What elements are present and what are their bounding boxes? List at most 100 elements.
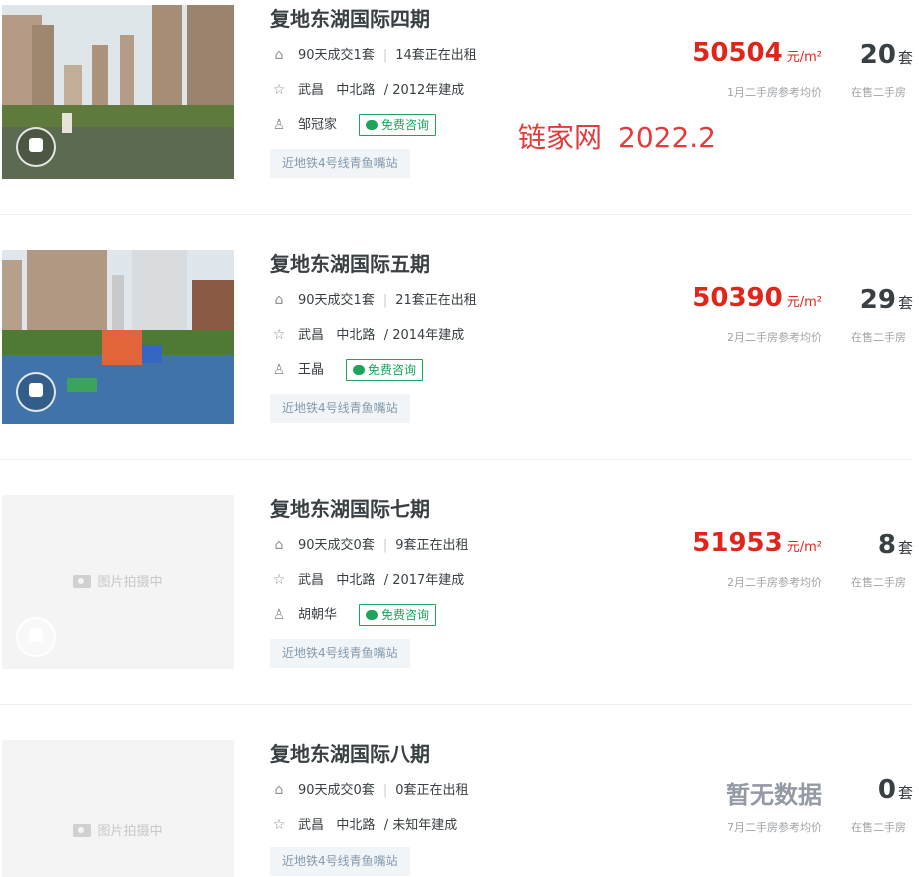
- location-row: ☆ 武昌 中北路 / 2012年建成: [270, 81, 465, 99]
- area-link[interactable]: 中北路: [336, 83, 375, 98]
- listing-title[interactable]: 复地东湖国际五期: [270, 248, 430, 277]
- on-sale-unit: 套: [897, 49, 913, 67]
- consult-label: 免费咨询: [381, 118, 430, 132]
- deal-row: ⌂ 90天成交0套 | 9套正在出租: [270, 536, 469, 554]
- person-icon: ♙: [272, 606, 286, 623]
- price-value: 50390: [692, 283, 783, 313]
- district-link[interactable]: 武昌: [298, 573, 324, 588]
- on-sale-unit: 套: [897, 539, 913, 557]
- on-sale-block[interactable]: 20 套: [860, 40, 913, 70]
- price-note: 7月二手房参考均价: [727, 821, 822, 834]
- chat-bubble-icon: [366, 610, 379, 620]
- listing-photo[interactable]: [2, 250, 234, 424]
- consult-label: 免费咨询: [381, 608, 430, 622]
- deal-row: ⌂ 90天成交0套 | 0套正在出租: [270, 781, 469, 799]
- deals-count: 90天成交1套: [298, 293, 375, 308]
- area-link[interactable]: 中北路: [336, 573, 375, 588]
- on-sale-count[interactable]: 20: [860, 40, 896, 70]
- on-sale-block[interactable]: 0套: [878, 775, 913, 805]
- on-sale-block[interactable]: 29 套: [860, 285, 913, 315]
- list-divider: [0, 459, 912, 460]
- star-icon: ☆: [272, 327, 286, 343]
- listing-photo[interactable]: [2, 5, 234, 179]
- price-unit: 元/m²: [786, 50, 822, 65]
- area-link[interactable]: 中北路: [336, 328, 375, 343]
- consult-button[interactable]: 免费咨询: [359, 114, 437, 136]
- person-icon: ♙: [272, 361, 286, 378]
- subway-tag: 近地铁4号线青鱼嘴站: [270, 149, 410, 178]
- price-no-data: 暂无数据: [726, 781, 822, 809]
- location-row: ☆ 武昌 中北路 / 2017年建成: [270, 571, 465, 589]
- listing-title[interactable]: 复地东湖国际八期: [270, 738, 430, 767]
- on-sale-count[interactable]: 0: [878, 775, 896, 805]
- built-year: / 2012年建成: [383, 83, 465, 98]
- district-link[interactable]: 武昌: [298, 83, 324, 98]
- price-block: 50390 元/m²: [692, 283, 822, 313]
- price-value: 50504: [692, 38, 783, 68]
- vr-icon[interactable]: [16, 372, 56, 412]
- watermark-site: 链家网: [518, 121, 603, 154]
- deals-count: 90天成交0套: [298, 783, 375, 798]
- district-link[interactable]: 武昌: [298, 328, 324, 343]
- on-sale-block[interactable]: 8套: [878, 530, 913, 560]
- area-link[interactable]: 中北路: [336, 818, 375, 833]
- listing-item[interactable]: 复地东湖国际五期 ⌂ 90天成交1套 | 21套正在出租 ☆ 武昌 中北路 / 2014…: [0, 245, 919, 490]
- vr-icon[interactable]: [16, 617, 56, 657]
- on-sale-count[interactable]: 29: [860, 285, 896, 315]
- placeholder-caption: 图片拍摄中: [2, 820, 234, 839]
- listing-item[interactable]: 图片拍摄中 复地东湖国际八期 ⌂ 90天成交0套 | 0套正在出租 ☆ 武昌 中北路 /…: [0, 735, 919, 877]
- list-divider: [0, 704, 912, 705]
- price-value: 51953: [692, 528, 783, 558]
- deals-count: 90天成交1套: [298, 48, 375, 63]
- home-icon: ⌂: [274, 292, 284, 308]
- location-row: ☆ 武昌 中北路 / 2014年建成: [270, 326, 465, 344]
- deal-row: ⌂ 90天成交1套 | 21套正在出租: [270, 291, 477, 309]
- consult-button[interactable]: 免费咨询: [359, 604, 437, 626]
- rentals-count[interactable]: 0套正在出租: [395, 783, 468, 798]
- star-icon: ☆: [272, 82, 286, 98]
- on-sale-note: 在售二手房: [851, 331, 906, 344]
- subway-tag: 近地铁4号线青鱼嘴站: [270, 639, 410, 668]
- rentals-count[interactable]: 21套正在出租: [395, 293, 477, 308]
- listing-photo-placeholder[interactable]: 图片拍摄中: [2, 495, 234, 669]
- listing-photo-placeholder[interactable]: 图片拍摄中: [2, 740, 234, 877]
- listing-title[interactable]: 复地东湖国际四期: [270, 3, 430, 32]
- rentals-count[interactable]: 9套正在出租: [395, 538, 468, 553]
- price-note: 2月二手房参考均价: [727, 331, 822, 344]
- price-unit: 元/m²: [786, 295, 822, 310]
- divider: |: [382, 48, 388, 63]
- price-block: 暂无数据: [726, 775, 822, 810]
- chat-bubble-icon: [353, 365, 366, 375]
- home-icon: ⌂: [274, 47, 284, 63]
- home-icon: ⌂: [274, 537, 284, 553]
- person-icon: ♙: [272, 116, 286, 133]
- built-year: / 2014年建成: [383, 328, 465, 343]
- vr-icon[interactable]: [16, 127, 56, 167]
- agent-name[interactable]: 胡朝华: [298, 608, 337, 623]
- district-link[interactable]: 武昌: [298, 818, 324, 833]
- divider: |: [382, 293, 388, 308]
- chat-bubble-icon: [366, 120, 379, 130]
- deal-row: ⌂ 90天成交1套 | 14套正在出租: [270, 46, 477, 64]
- agent-row: ♙ 邹冠家 免费咨询: [270, 114, 437, 136]
- price-block: 51953 元/m²: [692, 528, 822, 558]
- location-row: ☆ 武昌 中北路 / 未知年建成: [270, 816, 458, 834]
- listing-item[interactable]: 图片拍摄中 复地东湖国际七期 ⌂ 90天成交0套 | 9套正在出租 ☆ 武昌 中北路 /…: [0, 490, 919, 735]
- on-sale-note: 在售二手房: [851, 86, 906, 99]
- watermark-overlay: 链家网 2022.2: [518, 116, 716, 156]
- divider: |: [382, 538, 388, 553]
- agent-name[interactable]: 邹冠家: [298, 118, 337, 133]
- rentals-count[interactable]: 14套正在出租: [395, 48, 477, 63]
- listing-item[interactable]: 复地东湖国际四期 ⌂ 90天成交1套 | 14套正在出租 ☆ 武昌 中北路 / 2012…: [0, 0, 919, 245]
- listing-title[interactable]: 复地东湖国际七期: [270, 493, 430, 522]
- built-year: / 2017年建成: [383, 573, 465, 588]
- on-sale-count[interactable]: 8: [878, 530, 896, 560]
- placeholder-caption: 图片拍摄中: [2, 571, 234, 590]
- agent-name[interactable]: 王晶: [298, 363, 324, 378]
- on-sale-note: 在售二手房: [851, 821, 906, 834]
- on-sale-unit: 套: [897, 784, 913, 802]
- star-icon: ☆: [272, 572, 286, 588]
- agent-row: ♙ 胡朝华 免费咨询: [270, 604, 437, 626]
- consult-button[interactable]: 免费咨询: [346, 359, 424, 381]
- placeholder-text: 图片拍摄中: [97, 575, 163, 590]
